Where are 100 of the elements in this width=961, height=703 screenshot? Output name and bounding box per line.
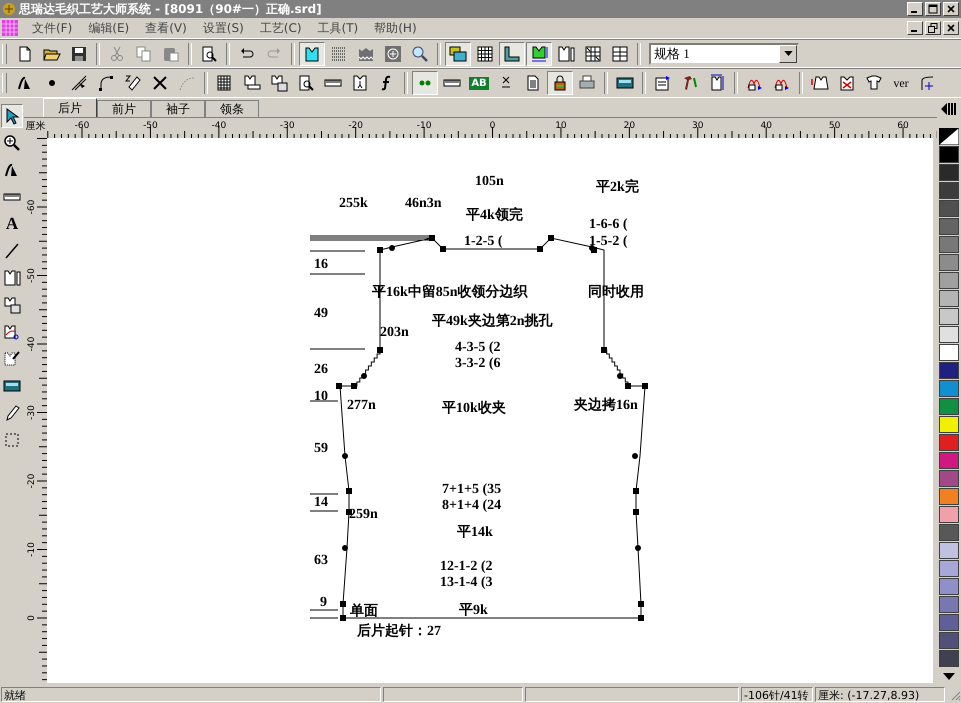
color-swatch[interactable] [939, 632, 959, 649]
l-ruler-icon[interactable] [499, 42, 525, 66]
pattern-note: 后片起针：27 [357, 624, 441, 639]
pattern-note: 59 [314, 441, 328, 456]
menu-item[interactable]: 工艺(C) [252, 20, 310, 36]
transparent-swatch-icon[interactable] [939, 128, 959, 145]
menu-item[interactable]: 查看(V) [137, 20, 195, 36]
color-swatch[interactable] [939, 218, 959, 235]
color-swatch[interactable] [939, 452, 959, 469]
lock-icon[interactable] [547, 71, 573, 95]
color-swatch[interactable] [939, 200, 959, 217]
pattern-note: 14 [314, 495, 328, 510]
pattern-note: 平4k领完 [466, 208, 523, 223]
label-button[interactable]: AB [466, 71, 492, 95]
pattern-note: 1-5-2 ( [589, 234, 628, 249]
size-dropdown[interactable]: 规格 1 [649, 42, 799, 64]
tab[interactable]: 后片 [43, 98, 97, 117]
color-swatch[interactable] [939, 542, 959, 559]
color-swatch[interactable] [939, 362, 959, 379]
color-swatch[interactable] [939, 614, 959, 631]
color-swatch[interactable] [939, 560, 959, 577]
color-swatch[interactable] [939, 290, 959, 307]
tab[interactable]: 领条 [205, 100, 259, 117]
color-swatch[interactable] [939, 326, 959, 343]
color-swatch[interactable] [939, 254, 959, 271]
vertical-ruler: -60 -50 -40 -30 -20 -10 0 [25, 138, 47, 686]
color-swatch[interactable] [939, 272, 959, 289]
color-swatch[interactable] [939, 380, 959, 397]
color-swatch[interactable] [939, 416, 959, 433]
horizontal-ruler: -60 -50 -40 -30 -20 -10 0 10 20 30 40 50 60 [47, 118, 937, 138]
minimize-icon[interactable] [907, 21, 923, 35]
pattern-note: 8+1+4 (24 [442, 498, 502, 513]
pattern-note: 4-3-5 (2 [455, 340, 500, 355]
menu-item[interactable]: 帮助(H) [366, 20, 425, 36]
menu-item[interactable]: 设置(S) [194, 20, 252, 36]
menu-item[interactable]: 工具(T) [310, 20, 366, 36]
color-swatch[interactable] [939, 398, 959, 415]
color-swatch[interactable] [939, 344, 959, 361]
folders-icon[interactable] [445, 42, 471, 66]
vest-measure-icon[interactable] [526, 42, 552, 66]
restore-icon[interactable] [925, 21, 941, 35]
pattern-note: 平2k完 [596, 180, 639, 195]
color-swatch[interactable] [939, 470, 959, 487]
text-tool-button[interactable]: A [1, 212, 23, 236]
pattern-note: 9 [320, 595, 327, 610]
resize-grip-icon[interactable] [949, 688, 961, 700]
color-swatch[interactable] [939, 236, 959, 253]
scroll-down-icon[interactable] [943, 673, 955, 680]
pattern-note: 12-1-2 (2 [440, 559, 492, 574]
color-swatch[interactable] [939, 146, 959, 163]
pattern-note: 3-3-2 (6 [455, 356, 500, 371]
menu-item[interactable]: 编辑(E) [80, 20, 138, 36]
caret-icon[interactable] [784, 51, 792, 56]
pattern-note: 16 [314, 257, 328, 272]
collapse-palette-icon[interactable] [940, 102, 958, 116]
window-title: 思瑞达毛织工艺大师系统 - [8091（90#一）正确.srd] [19, 0, 322, 18]
pattern-note: 49 [314, 306, 328, 321]
pattern-note: 7+1+5 (35 [442, 482, 502, 497]
pattern-note: 1-6-6 ( [589, 217, 628, 232]
color-swatch[interactable] [939, 596, 959, 613]
color-swatch[interactable] [939, 164, 959, 181]
pattern-note: 203n [380, 325, 409, 340]
pointer-icon[interactable] [1, 104, 23, 128]
pattern-note: 单面 [350, 604, 378, 619]
pattern-note: 平9k [459, 603, 488, 618]
color-swatch[interactable] [939, 524, 959, 541]
tab[interactable]: 袖子 [151, 100, 205, 117]
pattern-note: 平10k收夹 [442, 401, 506, 416]
vest-icon[interactable] [299, 42, 325, 66]
pattern-note: 26 [314, 362, 328, 377]
tab[interactable]: 前片 [97, 100, 151, 117]
pattern-note: 46n3n [405, 196, 442, 211]
pattern-note: 259n [349, 507, 378, 522]
pattern-note: 10 [314, 389, 328, 404]
color-swatch[interactable] [939, 434, 959, 451]
color-swatch[interactable] [939, 650, 959, 667]
color-swatch[interactable] [939, 488, 959, 505]
status-text: 就绪 [4, 689, 26, 702]
pattern-note: 63 [314, 553, 328, 568]
pattern-note: 105n [475, 174, 504, 189]
pattern-note: 夹边拷16n [574, 398, 638, 413]
status-text: 厘米: (-17.27,8.93) [818, 689, 920, 702]
color-swatch[interactable] [939, 578, 959, 595]
pattern-note: 1-2-5 ( [464, 234, 502, 249]
minimize-icon[interactable] [907, 2, 923, 16]
pattern-note: 255k [339, 196, 368, 211]
pattern-note: 平14k [457, 525, 493, 540]
menu-item[interactable]: 文件(F) [24, 20, 80, 36]
pattern-note: 277n [347, 398, 376, 413]
close-icon[interactable] [943, 2, 959, 16]
color-swatch[interactable] [939, 308, 959, 325]
color-swatch[interactable] [939, 506, 959, 523]
version-button[interactable]: ver [888, 71, 914, 95]
color-swatch[interactable] [939, 182, 959, 199]
document-grid-icon[interactable] [2, 20, 18, 36]
maximize-icon[interactable] [925, 2, 941, 16]
pattern-note: 13-1-4 (3 [440, 575, 492, 590]
close-icon[interactable] [943, 21, 959, 35]
app-logo-icon [2, 2, 16, 16]
two-dots-icon[interactable] [412, 71, 438, 95]
